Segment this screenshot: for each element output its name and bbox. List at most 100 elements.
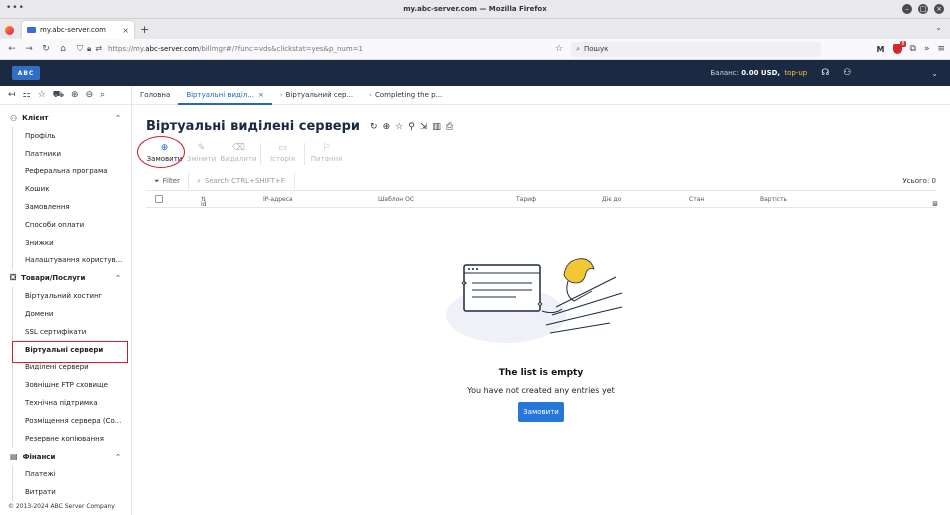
close-window-button[interactable]: ×: [934, 4, 944, 14]
column-id[interactable]: Id ⇅: [201, 196, 207, 208]
pin-icon[interactable]: ⚲: [408, 122, 415, 132]
table-header: Id ⇅ IP-адреса Шаблон ОС Тариф Дiє до Ст…: [146, 190, 938, 208]
sitemap-icon[interactable]: ⚏: [23, 90, 31, 100]
sidebar-item-ftp[interactable]: Зовнішнє FTP сховище: [12, 376, 131, 395]
column-cost[interactable]: Вартість: [760, 196, 787, 203]
minus-circle-icon[interactable]: ⊖: [86, 90, 94, 100]
user-icon[interactable]: ⚇: [843, 68, 851, 78]
gmail-icon[interactable]: M: [877, 45, 885, 54]
sidebar-item-colocation[interactable]: Розміщення сервера (Co...: [12, 411, 131, 430]
breadcrumb-vps[interactable]: › Віртуальний сер...: [272, 86, 361, 105]
sidebar-group-products[interactable]: ⛋ Товари/Послуги ⌃: [0, 269, 131, 287]
refresh-icon[interactable]: ↻: [370, 122, 378, 132]
sidebar-item-payers[interactable]: Платники: [12, 144, 131, 163]
back-button[interactable]: ←: [5, 42, 19, 56]
column-valid-until[interactable]: Дiє до: [602, 196, 621, 203]
empty-list-illustration: [446, 258, 623, 343]
maximize-button[interactable]: □: [918, 4, 928, 14]
url-bar[interactable]: ⛉ 🔒︎ ⇄ https://my. abc-server.com/billmgr…: [77, 42, 547, 57]
sidebar-item-expenses[interactable]: Витрати: [12, 483, 131, 502]
extension-shield-icon[interactable]: 8: [892, 41, 906, 54]
company-logo[interactable]: ABC: [12, 66, 40, 80]
sidebar-item-backup[interactable]: Резервне копіювання: [12, 429, 131, 448]
breadcrumb-home[interactable]: Головна: [132, 86, 178, 105]
breadcrumb-current[interactable]: Віртуальні виділ... ×: [178, 86, 272, 105]
sidebar-item-referral[interactable]: Реферальна програма: [12, 162, 131, 181]
question-action-button[interactable]: ⚐ Питання: [308, 141, 345, 169]
extensions-icon[interactable]: ⧉: [910, 44, 916, 54]
delete-action-button[interactable]: ⌫ Видалити: [220, 141, 257, 169]
chevron-up-icon: ⌃: [115, 452, 121, 461]
sidebar-group-finance[interactable]: ▤ Фінанси ⌃: [0, 448, 131, 466]
print-icon[interactable]: ⎙: [446, 122, 453, 132]
minimize-button[interactable]: –: [902, 4, 912, 14]
sidebar-item-ssl[interactable]: SSL сертифікати: [12, 322, 131, 341]
column-tariff[interactable]: Тариф: [516, 196, 536, 203]
sidebar-item-profile[interactable]: Профіль: [12, 127, 131, 145]
app-header: ABC Баланс: 0.00 USD, top-up ☊ ⚇ ⌄: [0, 60, 950, 86]
sidebar-item-user-settings[interactable]: Налаштування користув...: [12, 251, 131, 270]
edit-action-button[interactable]: ✎ Змінити: [183, 141, 220, 169]
sidebar-item-hosting[interactable]: Віртуальний хостинг: [12, 287, 131, 306]
reload-button[interactable]: ↻: [39, 42, 53, 56]
home-button[interactable]: ⌂: [56, 42, 70, 56]
breadcrumb-vps-label: Віртуальний сер...: [285, 90, 354, 99]
history-action-button[interactable]: ▭ Історія: [264, 141, 301, 169]
filter-button[interactable]: ⏷ Filter: [146, 177, 188, 186]
search-icon[interactable]: ⌕: [100, 90, 105, 100]
tracking-shield-icon[interactable]: ⛉: [77, 44, 83, 54]
sidebar-item-orders[interactable]: Замовлення: [12, 198, 131, 216]
new-tab-button[interactable]: +: [140, 21, 149, 39]
topup-link[interactable]: top-up: [784, 69, 807, 77]
table-search-placeholder: Search CTRL+SHIFT+F: [204, 177, 285, 185]
search-icon: ⌕: [576, 44, 580, 53]
permissions-icon[interactable]: ⇄: [95, 44, 102, 54]
sidebar-item-domains[interactable]: Домени: [12, 305, 131, 323]
table-search-input[interactable]: ⌕ Search CTRL+SHIFT+F: [187, 173, 295, 189]
tab-close-icon[interactable]: ×: [122, 26, 129, 35]
breadcrumb-completing[interactable]: › Completing the p...: [361, 86, 450, 105]
sidebar-group-client[interactable]: ⚇ Клієнт ⌃: [0, 109, 131, 127]
order-button[interactable]: Замовити: [518, 402, 564, 422]
sidebar-item-support[interactable]: Технічна підтримка: [12, 394, 131, 412]
columns-icon[interactable]: ▥: [432, 122, 441, 132]
browser-tab[interactable]: my.abc-server.com ×: [22, 21, 134, 39]
table-gear-icon[interactable]: ⚙: [932, 200, 938, 208]
chevron-right-icon: ›: [369, 90, 372, 99]
add-circle-icon[interactable]: ⊕: [71, 90, 79, 100]
globe-icon[interactable]: ⊕: [383, 122, 391, 132]
cart-icon[interactable]: ⛟: [53, 90, 64, 101]
empty-state-title: The list is empty: [498, 368, 584, 378]
favorite-star-icon[interactable]: ☆: [395, 122, 403, 132]
window-menu-icon[interactable]: •••: [6, 3, 25, 13]
sidebar-item-cart[interactable]: Кошик: [12, 180, 131, 199]
column-status[interactable]: Стан: [689, 196, 704, 203]
column-os-template[interactable]: Шаблон ОС: [378, 196, 414, 203]
column-ip[interactable]: IP-адреса: [263, 196, 293, 203]
collapse-menu-icon[interactable]: ↤: [8, 90, 16, 100]
breadcrumb-completing-label: Completing the p...: [374, 90, 443, 99]
bookmark-star-icon[interactable]: ☆: [555, 44, 563, 54]
tab-list-chevron-icon[interactable]: ⌄: [935, 23, 942, 32]
copyright: © 2013-2024 ABC Server Company: [8, 503, 115, 510]
export-icon[interactable]: ⇲: [420, 122, 428, 132]
balance-amount: 0.00 USD,: [741, 69, 781, 77]
sidebar-item-payments[interactable]: Платежі: [12, 465, 131, 484]
close-tab-icon[interactable]: ×: [258, 91, 264, 99]
sidebar-item-payment-methods[interactable]: Способи оплати: [12, 215, 131, 234]
search-input[interactable]: ⌕ Пошук: [571, 41, 822, 57]
select-all-checkbox[interactable]: [155, 195, 163, 203]
star-icon[interactable]: ☆: [38, 90, 46, 100]
app-menu-icon[interactable]: ≡: [937, 44, 945, 54]
support-headset-icon[interactable]: ☊: [821, 68, 829, 78]
firefox-view-icon[interactable]: [0, 21, 18, 39]
breadcrumb: Головна Віртуальні виділ... × › Віртуальни…: [132, 86, 450, 105]
sidebar-item-discounts[interactable]: Знижки: [12, 233, 131, 252]
lock-icon[interactable]: 🔒︎: [87, 44, 91, 54]
chevron-up-icon: ⌃: [115, 274, 121, 283]
edit-icon: ✎: [197, 143, 206, 153]
trash-icon: ⌫: [232, 143, 245, 153]
overflow-chevron-icon[interactable]: »: [924, 44, 930, 54]
header-chevron-icon[interactable]: ⌄: [931, 69, 938, 78]
forward-button[interactable]: →: [22, 42, 36, 56]
